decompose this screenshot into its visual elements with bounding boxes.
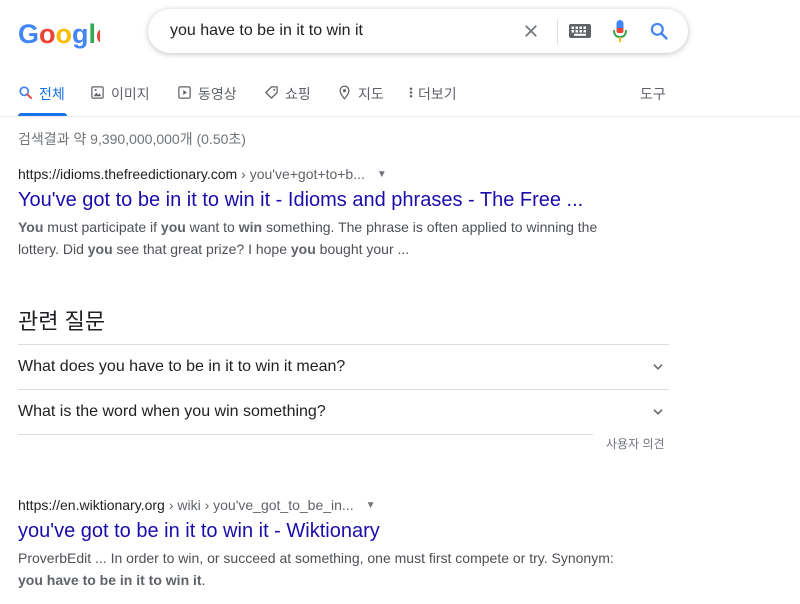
logo-letter: G <box>18 19 39 49</box>
image-icon <box>91 86 104 99</box>
chevron-down-icon <box>653 409 663 415</box>
related-questions-heading: 관련 질문 <box>18 309 106 334</box>
result-snippet: ProverbEdit ... In order to win, or succ… <box>18 547 618 591</box>
tab-all[interactable]: 전체 <box>18 76 67 116</box>
question-text: What is the word when you win something? <box>18 403 326 420</box>
question-text: What does you have to be in it to win it… <box>18 358 346 375</box>
tab-label: 쇼핑 <box>285 86 311 102</box>
search-result: https://en.wiktionary.org › wiki › you'v… <box>18 497 618 591</box>
tab-more[interactable]: 더보기 <box>407 76 457 116</box>
result-path: › wiki › you've_got_to_be_in... <box>168 497 354 513</box>
tab-label: 전체 <box>39 86 65 102</box>
result-snippet: You must participate if you want to win … <box>18 216 618 260</box>
result-path: › you've+got+to+b... <box>241 166 365 182</box>
mic-icon[interactable] <box>608 19 632 43</box>
map-pin-icon <box>339 85 350 100</box>
caret-down-icon[interactable]: ▼ <box>366 500 376 511</box>
tab-shopping[interactable]: 쇼핑 <box>264 76 311 116</box>
logo-letter: g <box>72 19 89 49</box>
snippet-keyword: You <box>18 219 44 235</box>
result-site: https://idioms.thefreedictionary.com <box>18 166 238 182</box>
search-tabs: 전체 이미지 동영상 쇼핑 지도 더보기 도구 <box>0 76 800 117</box>
active-tab-indicator <box>18 113 67 116</box>
video-icon <box>178 86 191 99</box>
logo-letter: e <box>96 19 100 49</box>
snippet-text: ProverbEdit ... In order to win, or succ… <box>18 550 614 566</box>
tab-images[interactable]: 이미지 <box>90 76 150 116</box>
snippet-text: want to <box>185 219 239 235</box>
more-vert-icon <box>409 87 413 98</box>
logo-letter: o <box>39 19 56 49</box>
result-url[interactable]: https://en.wiktionary.org › wiki › you'v… <box>18 497 618 513</box>
snippet-keyword: you <box>87 241 113 257</box>
snippet-keyword: you <box>160 219 186 235</box>
close-icon[interactable] <box>519 19 543 43</box>
result-title-link[interactable]: you've got to be in it to win it - Wikti… <box>18 520 618 543</box>
search-box[interactable] <box>148 9 688 53</box>
tab-label: 동영상 <box>198 86 237 102</box>
search-icon <box>19 86 33 100</box>
related-question[interactable]: What does you have to be in it to win it… <box>18 344 669 389</box>
tab-videos[interactable]: 동영상 <box>177 76 237 116</box>
logo-letter: o <box>56 19 73 49</box>
tab-label: 지도 <box>358 86 384 102</box>
feedback-link[interactable]: 사용자 의견 <box>606 435 665 452</box>
result-url[interactable]: https://idioms.thefreedictionary.com › y… <box>18 166 618 182</box>
tools-button[interactable]: 도구 <box>640 76 666 116</box>
snippet-keyword: win <box>238 219 263 235</box>
snippet-text: . <box>201 572 206 588</box>
search-icon[interactable] <box>647 19 671 43</box>
snippet-keyword: you <box>290 241 316 257</box>
search-divider <box>557 19 558 45</box>
search-input[interactable] <box>170 9 510 53</box>
logo-letter: l <box>89 19 97 49</box>
google-logo[interactable]: Google <box>18 17 111 49</box>
snippet-text: must participate if <box>43 219 161 235</box>
tab-label: 더보기 <box>418 86 457 102</box>
tab-maps[interactable]: 지도 <box>337 76 384 116</box>
snippet-text: bought your ... <box>315 241 410 257</box>
divider <box>18 434 593 435</box>
snippet-text: see that great prize? I hope <box>112 241 291 257</box>
tab-label: 이미지 <box>111 86 150 102</box>
result-site: https://en.wiktionary.org <box>18 497 165 513</box>
keyboard-icon[interactable] <box>568 19 592 43</box>
tools-label: 도구 <box>640 86 666 102</box>
tag-icon <box>265 86 278 99</box>
snippet-keyword: you have to be in it to win it <box>18 572 202 588</box>
result-title-link[interactable]: You've got to be in it to win it - Idiom… <box>18 189 618 212</box>
caret-down-icon[interactable]: ▼ <box>377 169 387 180</box>
related-questions-list: What does you have to be in it to win it… <box>18 344 669 435</box>
related-question[interactable]: What is the word when you win something? <box>18 389 669 434</box>
svg-text:Google: Google <box>18 19 100 49</box>
result-stats: 검색결과 약 9,390,000,000개 (0.50초) <box>18 131 246 147</box>
search-result: https://idioms.thefreedictionary.com › y… <box>18 166 618 260</box>
chevron-down-icon <box>653 364 663 370</box>
